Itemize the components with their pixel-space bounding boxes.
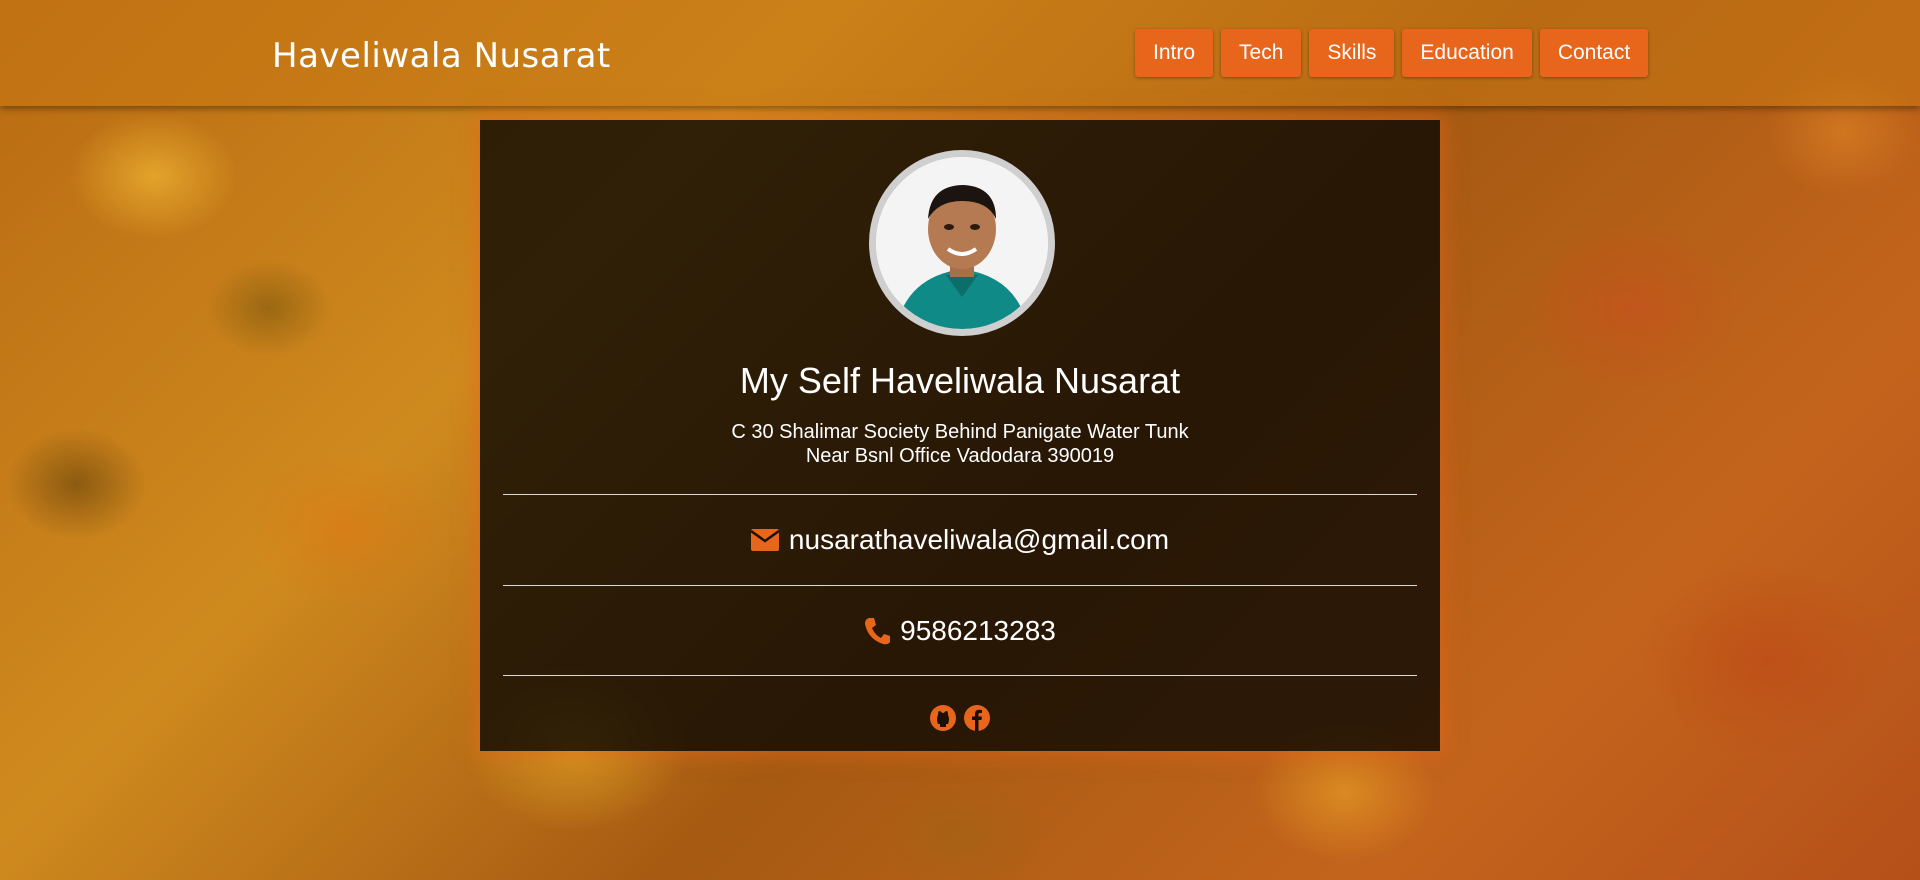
profile-name: My Self Haveliwala Nusarat <box>739 360 1181 401</box>
divider <box>503 675 1417 676</box>
divider <box>503 585 1417 586</box>
divider <box>503 494 1417 495</box>
site-brand[interactable]: Haveliwala Nusarat <box>272 36 611 76</box>
nav-intro-button[interactable]: Intro <box>1135 29 1214 77</box>
phone-icon <box>864 617 891 645</box>
profile-photo <box>876 157 1048 329</box>
email-row[interactable]: nusarathaveliwala@gmail.com <box>480 524 1440 556</box>
main-nav: Intro Tech Skills Education Contact <box>1135 29 1649 77</box>
avatar <box>869 150 1055 336</box>
github-icon[interactable] <box>930 705 956 731</box>
nav-skills-button[interactable]: Skills <box>1309 29 1395 77</box>
nav-contact-button[interactable]: Contact <box>1539 29 1649 77</box>
nav-education-button[interactable]: Education <box>1402 29 1532 77</box>
profile-address: C 30 Shalimar Society Behind Panigate Wa… <box>480 420 1440 468</box>
site-header: Haveliwala Nusarat Intro Tech Skills Edu… <box>0 0 1920 106</box>
email-text[interactable]: nusarathaveliwala@gmail.com <box>789 524 1169 556</box>
phone-text[interactable]: 9586213283 <box>900 615 1056 647</box>
address-line-1: C 30 Shalimar Society Behind Panigate Wa… <box>731 421 1189 443</box>
address-line-2: Near Bsnl Office Vadodara 390019 <box>805 445 1115 467</box>
nav-tech-button[interactable]: Tech <box>1221 29 1302 77</box>
envelope-icon <box>750 529 779 551</box>
profile-card: My Self Haveliwala Nusarat C 30 Shalimar… <box>480 120 1440 751</box>
phone-row[interactable]: 9586213283 <box>480 615 1440 647</box>
facebook-icon[interactable] <box>964 705 990 731</box>
social-links <box>480 705 1440 731</box>
